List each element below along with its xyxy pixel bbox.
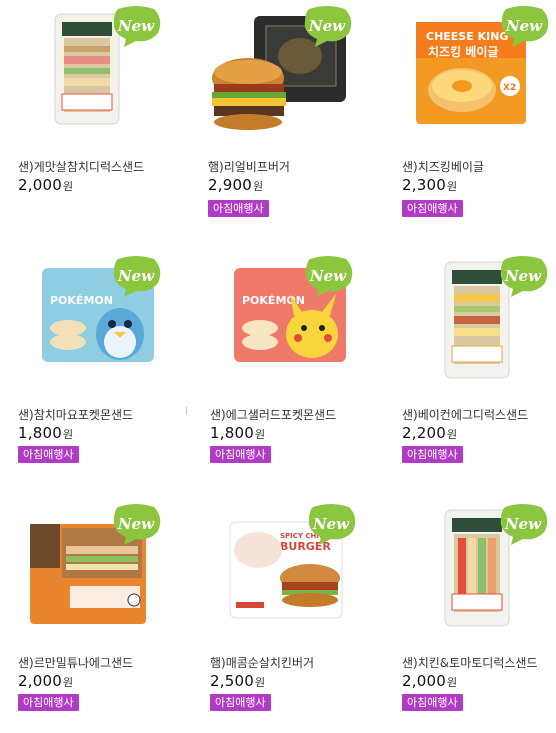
product-grid: New 샌)게맛살참치디럭스샌드 2,000원 New 햄)리얼비프버거 2,9… <box>0 0 556 733</box>
new-badge: New <box>305 503 357 547</box>
product-name[interactable]: 샌)치즈킹베이글 <box>402 158 484 175</box>
new-badge: New <box>302 255 354 299</box>
product-price: 1,800원 <box>210 424 266 442</box>
product-price: 2,500원 <box>210 672 266 690</box>
product-price: 1,800원 <box>18 424 74 442</box>
promo-tag: 아침애행사 <box>18 446 79 463</box>
product-name[interactable]: 샌)참치마요포켓몬샌드 <box>18 406 133 423</box>
new-badge: New <box>301 5 353 49</box>
svg-text:CHEESE KING: CHEESE KING <box>426 30 508 43</box>
product-card[interactable]: CHEESE KING 치즈킹 베이글 X2 New 샌)치즈킹베이글 2,30… <box>402 6 552 222</box>
promo-tag: 아침애행사 <box>208 200 269 217</box>
product-name[interactable]: 샌)에그샐러드포켓몬샌드 <box>210 406 336 423</box>
svg-text:X2: X2 <box>503 83 516 93</box>
new-badge: New <box>498 5 550 49</box>
promo-tag: 아침애행사 <box>402 694 463 711</box>
product-card[interactable]: New 샌)르만밀튜나에그샌드 2,000원 아침애행사 <box>18 504 168 718</box>
product-price: 2,200원 <box>402 424 458 442</box>
product-name[interactable]: 샌)게맛살참치디럭스샌드 <box>18 158 144 175</box>
product-price: 2,300원 <box>402 176 458 194</box>
product-card[interactable]: POKÉMON New 샌)참치마요포켓몬샌드 1,800원 아침애행사 <box>18 256 168 470</box>
product-name[interactable]: 햄)매콤순살치킨버거 <box>210 654 314 671</box>
product-card[interactable]: New 햄)리얼비프버거 2,900원 아침애행사 <box>208 6 358 222</box>
new-badge: New <box>497 503 549 547</box>
product-price: 2,000원 <box>18 672 74 690</box>
new-badge: New <box>110 5 162 49</box>
promo-tag: 아침애행사 <box>402 200 463 217</box>
divider <box>186 407 187 415</box>
product-price: 2,900원 <box>208 176 264 194</box>
new-badge: New <box>110 503 162 547</box>
promo-tag: 아침애행사 <box>18 694 79 711</box>
product-card[interactable]: New 샌)게맛살참치디럭스샌드 2,000원 <box>18 6 168 202</box>
product-card[interactable]: New 샌)치킨&토마토디럭스샌드 2,000원 아침애행사 <box>402 504 552 718</box>
promo-tag: 아침애행사 <box>210 446 271 463</box>
product-name[interactable]: 샌)베이컨에그디럭스샌드 <box>402 406 528 423</box>
product-name[interactable]: 샌)치킨&토마토디럭스샌드 <box>402 654 537 671</box>
product-card[interactable]: SPICY CHICKEN BURGER New 햄)매콤순살치킨버거 2,50… <box>210 504 360 718</box>
promo-tag: 아침애행사 <box>210 694 271 711</box>
promo-tag: 아침애행사 <box>402 446 463 463</box>
product-price: 2,000원 <box>18 176 74 194</box>
product-name[interactable]: 샌)르만밀튜나에그샌드 <box>18 654 133 671</box>
product-name[interactable]: 햄)리얼비프버거 <box>208 158 290 175</box>
product-card[interactable]: POKÉMON New 샌)에그샐러드포켓몬샌드 1,800원 아침애행사 <box>210 256 360 470</box>
product-card[interactable]: New 샌)베이컨에그디럭스샌드 2,200원 아침애행사 <box>402 256 552 470</box>
product-price: 2,000원 <box>402 672 458 690</box>
new-badge: New <box>110 255 162 299</box>
svg-text:치즈킹 베이글: 치즈킹 베이글 <box>428 44 498 59</box>
new-badge: New <box>497 255 549 299</box>
svg-text:POKÉMON: POKÉMON <box>50 294 113 307</box>
